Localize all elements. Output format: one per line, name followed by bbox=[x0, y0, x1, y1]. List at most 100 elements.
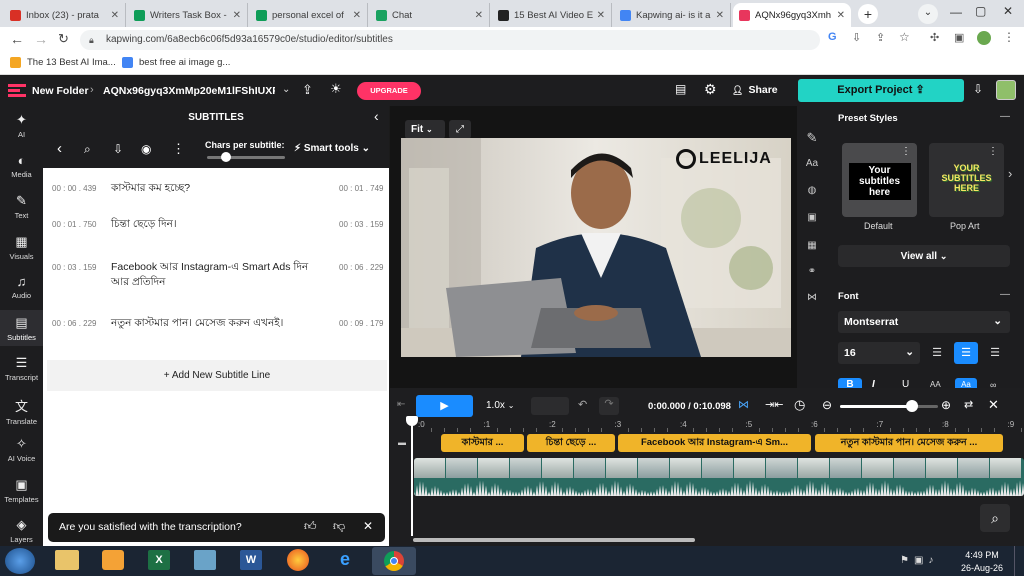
minimize-button[interactable]: — bbox=[950, 5, 962, 19]
media-player-icon[interactable] bbox=[102, 550, 124, 570]
ie-icon[interactable]: e bbox=[334, 549, 356, 571]
preset-more-icon[interactable]: ⋮ bbox=[988, 146, 998, 157]
rail-item-subtitles[interactable]: ▤ Subtitles bbox=[0, 309, 43, 346]
snap-icon[interactable]: ⋈ bbox=[738, 398, 749, 411]
tab-search-button[interactable]: ⌄ bbox=[918, 4, 938, 24]
lightbulb-icon[interactable]: ☀ bbox=[330, 81, 342, 97]
timeline-collapse-icon[interactable]: ⇤ bbox=[397, 399, 405, 410]
lock-aspect-icon[interactable]: ⤢ bbox=[449, 120, 471, 139]
smart-tools-button[interactable]: ⚡︎ Smart tools ⌄ bbox=[294, 143, 370, 154]
chars-slider-track[interactable] bbox=[207, 156, 285, 159]
collapse-section-icon[interactable]: — bbox=[1000, 289, 1010, 300]
rail-item-layers[interactable]: ◈ Layers bbox=[0, 517, 43, 544]
chrome-icon[interactable] bbox=[372, 547, 416, 575]
chars-slider-handle[interactable] bbox=[221, 152, 231, 162]
settings-gear-icon[interactable]: ⚙ bbox=[704, 81, 717, 98]
subtitle-row[interactable]: 00 : 00 . 439 কাস্টমার কম হচ্ছে? 00 : 01 .… bbox=[43, 181, 389, 215]
color-icon[interactable]: ◍ bbox=[797, 185, 827, 196]
subtitle-start-time[interactable]: 00 : 01 . 750 bbox=[52, 220, 96, 229]
rail-item-ai-voice[interactable]: ✧ AI Voice bbox=[0, 436, 43, 463]
rail-item-templates[interactable]: ▣ Templates bbox=[0, 477, 43, 504]
rail-item-audio[interactable]: ♫ Audio bbox=[0, 274, 43, 300]
reload-icon[interactable]: ↻ bbox=[58, 31, 69, 47]
subtitle-clip[interactable]: নতুন কাস্টমার পান। মেসেজ করুন ... bbox=[815, 434, 1003, 452]
download-icon[interactable]: ⇩ bbox=[973, 82, 983, 96]
folder-link[interactable]: New Folder bbox=[32, 85, 89, 97]
tray-icons[interactable]: ⚑▣♪ bbox=[900, 555, 938, 566]
subtitle-start-time[interactable]: 00 : 06 . 229 bbox=[52, 319, 96, 328]
chevron-down-icon[interactable]: ⌄ bbox=[282, 84, 290, 95]
google-lens-icon[interactable]: G bbox=[828, 31, 837, 43]
fit-dropdown[interactable]: Fit ⌄ bbox=[405, 120, 445, 139]
browser-tab[interactable]: 15 Best AI Video E ✕ bbox=[492, 3, 612, 27]
align-center-icon[interactable]: ☰ bbox=[954, 342, 978, 364]
subtitle-end-time[interactable]: 00 : 06 . 229 bbox=[339, 263, 383, 272]
close-tab-icon[interactable]: ✕ bbox=[475, 10, 483, 21]
rail-item-text[interactable]: ✎ Text bbox=[0, 193, 43, 220]
subtitle-text[interactable]: কাস্টমার কম হচ্ছে? bbox=[111, 181, 316, 196]
subtitle-row[interactable]: 00 : 06 . 229 নতুন কাস্টমার পান। মেসেজ কর… bbox=[43, 316, 389, 350]
subtitle-clip[interactable]: কাস্টমার ... bbox=[441, 434, 524, 452]
browser-tab[interactable]: AQNx96gyq3Xmh ✕ bbox=[733, 3, 851, 27]
link-style-icon[interactable]: ∞ bbox=[990, 378, 996, 388]
close-tab-icon[interactable]: ✕ bbox=[716, 10, 724, 21]
close-tab-icon[interactable]: ✕ bbox=[597, 10, 605, 21]
more-options-icon[interactable]: ⋮ bbox=[172, 141, 185, 157]
close-tab-icon[interactable]: ✕ bbox=[111, 10, 119, 21]
transition-icon[interactable]: ⋈ bbox=[797, 292, 827, 303]
profile-avatar[interactable] bbox=[977, 31, 991, 45]
browser-tab[interactable]: personal excel of ✕ bbox=[250, 3, 368, 27]
presets-next-icon[interactable]: › bbox=[1008, 166, 1012, 181]
subtitle-end-time[interactable]: 00 : 03 . 159 bbox=[339, 220, 383, 229]
video-preview[interactable]: LEELIJA bbox=[401, 138, 791, 357]
animation-icon[interactable]: ▦ bbox=[797, 240, 827, 251]
add-subtitle-line-button[interactable]: + Add New Subtitle Line bbox=[47, 360, 387, 391]
close-tab-icon[interactable]: ✕ bbox=[353, 10, 361, 21]
explorer-icon[interactable] bbox=[55, 550, 79, 570]
collapse-panel-icon[interactable]: ‹ bbox=[374, 108, 379, 124]
search-icon[interactable]: ⌕ bbox=[84, 142, 91, 157]
close-timeline-icon[interactable]: ✕ bbox=[988, 397, 999, 413]
subtitle-row[interactable]: 00 : 03 . 159 Facebook আর Instagram-এ Sma… bbox=[43, 260, 389, 294]
align-right-icon[interactable]: ☰ bbox=[984, 342, 1006, 364]
star-icon[interactable]: ☆ bbox=[899, 30, 910, 44]
zoom-out-icon[interactable]: ⊖ bbox=[822, 398, 832, 412]
comments-icon[interactable]: ▤ bbox=[675, 82, 686, 96]
sidebar-icon[interactable]: ▣ bbox=[954, 31, 964, 44]
close-tab-icon[interactable]: ✕ bbox=[233, 10, 241, 21]
font-box-icon[interactable]: ▣ bbox=[797, 212, 827, 223]
rail-item-media[interactable]: ◐ Media bbox=[0, 153, 43, 179]
subtitle-row[interactable]: 00 : 01 . 750 চিন্তা ছেড়ে দিন। 00 : 03 . … bbox=[43, 217, 389, 251]
thumbs-up-icon[interactable]: 👍︎ bbox=[304, 519, 317, 534]
bookmark-2[interactable]: best free ai image g... bbox=[122, 57, 230, 68]
preset-more-icon[interactable]: ⋮ bbox=[901, 146, 911, 157]
search-timeline-button[interactable]: ⌕ bbox=[980, 504, 1010, 532]
collapse-section-icon[interactable]: — bbox=[1000, 111, 1010, 122]
italic-button[interactable]: I bbox=[872, 378, 875, 388]
align-left-icon[interactable]: ☰ bbox=[926, 342, 948, 364]
timeline-scrollbar[interactable] bbox=[413, 538, 695, 542]
back-chevron-icon[interactable]: ‹ bbox=[57, 140, 62, 157]
case-button[interactable]: Aa bbox=[955, 378, 977, 388]
download-subtitles-icon[interactable]: ⇩ bbox=[113, 142, 123, 156]
subtitle-end-time[interactable]: 00 : 09 . 179 bbox=[339, 319, 383, 328]
share-page-icon[interactable]: ⇪ bbox=[876, 31, 885, 44]
play-button[interactable]: ▶ bbox=[416, 395, 473, 417]
forward-icon[interactable]: → bbox=[34, 31, 48, 47]
zoom-in-icon[interactable]: ⊕ bbox=[941, 398, 951, 412]
maximize-button[interactable]: ▢ bbox=[975, 4, 986, 18]
subtitle-clip[interactable]: চিন্তা ছেড়ে ... bbox=[527, 434, 615, 452]
back-icon[interactable]: ← bbox=[10, 31, 24, 47]
speed-dropdown[interactable]: 1.0x ⌄ bbox=[486, 400, 514, 411]
excel-icon[interactable]: X bbox=[148, 550, 170, 570]
extensions-icon[interactable]: ✣ bbox=[930, 31, 939, 44]
browser-tab[interactable]: Writers Task Box - ✕ bbox=[128, 3, 248, 27]
fit-timeline-icon[interactable]: ⇥⇤ bbox=[765, 398, 783, 411]
subtitle-start-time[interactable]: 00 : 03 . 159 bbox=[52, 263, 96, 272]
swap-icon[interactable]: ⇄ bbox=[964, 398, 973, 411]
browser-tab[interactable]: Kapwing ai- is it a ✕ bbox=[614, 3, 731, 27]
firefox-icon[interactable] bbox=[287, 549, 309, 571]
close-icon[interactable]: ✕ bbox=[363, 519, 373, 533]
url-field[interactable]: 🔒︎ kapwing.com/6a8ecb6c06f5d93a16579c0e/s… bbox=[80, 30, 820, 50]
preset-pop-art[interactable]: YOUR SUBTITLES HERE ⋮ bbox=[929, 143, 1004, 217]
